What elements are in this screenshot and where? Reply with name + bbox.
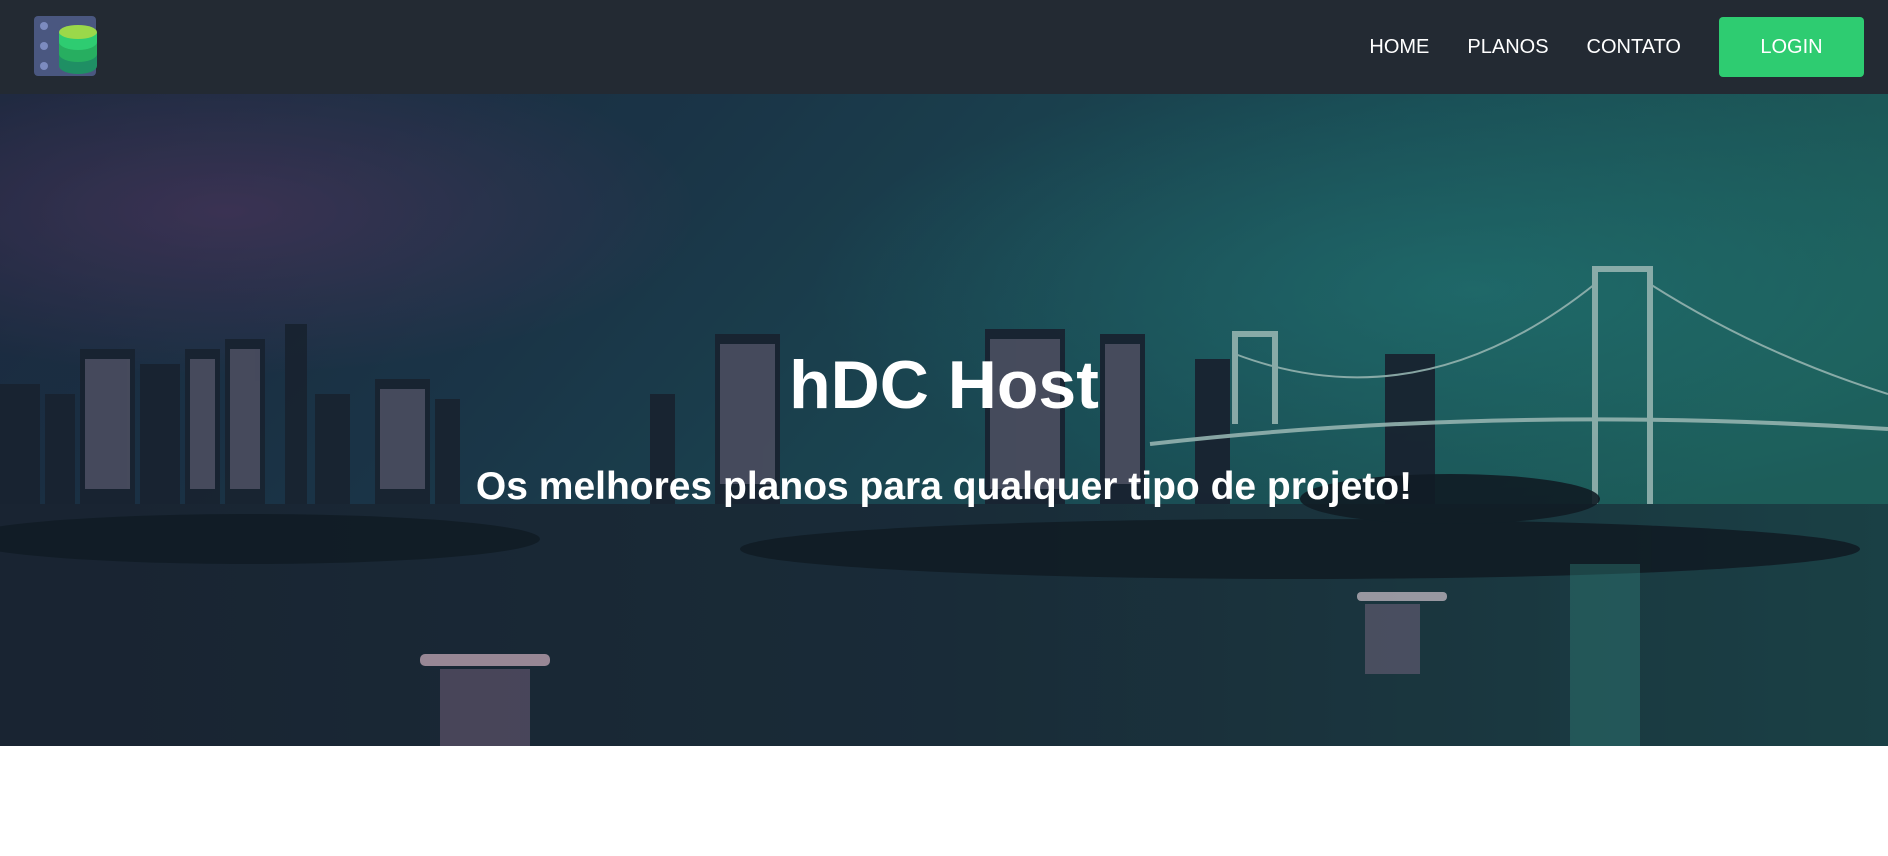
nav-link-home[interactable]: HOME: [1369, 36, 1429, 59]
hero-section: hDC Host Os melhores planos para qualque…: [0, 94, 1888, 746]
hero-title: hDC Host: [789, 346, 1099, 423]
database-server-icon: [34, 16, 97, 76]
nav-menu: HOME PLANOS CONTATO LOGIN: [1369, 17, 1864, 77]
logo[interactable]: [34, 16, 98, 78]
nav-link-planos[interactable]: PLANOS: [1467, 36, 1548, 59]
hero-subtitle: Os melhores planos para qualquer tipo de…: [475, 464, 1413, 508]
navbar: HOME PLANOS CONTATO LOGIN: [0, 0, 1888, 94]
hero-content: hDC Host Os melhores planos para qualque…: [0, 94, 1888, 746]
login-button[interactable]: LOGIN: [1719, 17, 1864, 77]
nav-link-contato[interactable]: CONTATO: [1587, 36, 1681, 59]
